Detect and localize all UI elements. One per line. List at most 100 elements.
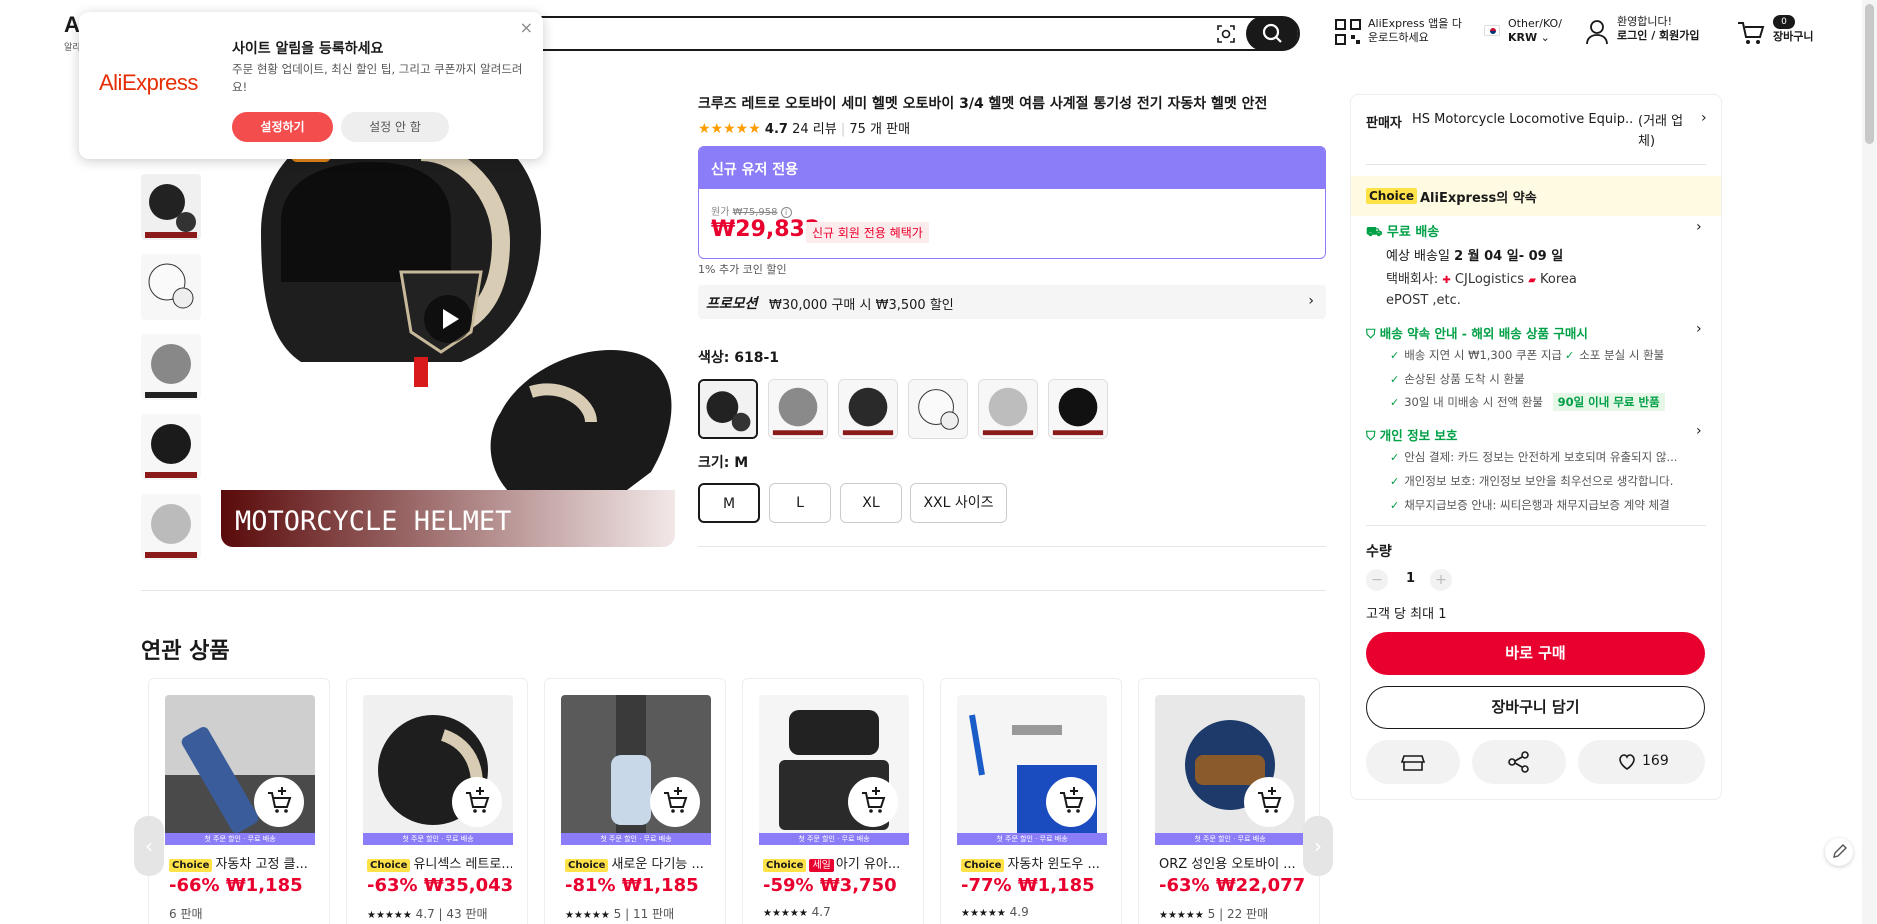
scrollbar-thumb[interactable] [1865,4,1874,144]
chevron-right-icon: › [1701,110,1707,126]
size-option-l[interactable]: L [769,483,831,523]
color-option-1[interactable] [698,379,758,439]
product-name-text: 유니섹스 레트로... [413,857,512,872]
product-name-text: 자동차 윈도우 ... [1007,857,1100,872]
related-product-card[interactable]: 첫 주문 할인 · 무료 배송 ORZ 성인용 오토바이 ... -63% ₩2… [1138,678,1320,924]
promise-banner: Choice AliExpress의 약속 [1351,176,1721,216]
promo-strip: 첫 주문 할인 · 무료 배송 [1155,833,1305,845]
price-box: 신규 유저 전용 원가 ₩75,958 i ₩29,832 신규 회원 전용 혜… [698,146,1326,259]
add-cart-icon [268,787,292,813]
choice-badge: Choice [763,859,807,872]
quantity-increase-button[interactable]: + [1430,569,1452,591]
deny-notification-button[interactable]: 설정 안 함 [341,112,449,142]
share-button[interactable] [1472,740,1566,784]
quantity-label: 수량 [1366,544,1392,560]
image-search-icon[interactable] [1216,24,1236,44]
color-option-2[interactable] [768,379,828,439]
chevron-right-icon: › [1696,423,1702,439]
related-product-card[interactable]: 첫 주문 할인 · 무료 배송 Choice 자동차 윈도우 ... -77% ₩… [940,678,1122,924]
product-meta: ★★★★★ 4.7 | 43 판매 [367,905,488,922]
carousel-next-button[interactable]: › [1303,816,1333,876]
divider [1366,164,1706,165]
coin-discount: 1% 추가 코인 할인 [698,263,787,276]
play-video-button[interactable] [424,295,472,343]
thumbnail-5[interactable] [141,494,201,560]
check-icon: ✓ [1565,349,1575,362]
truck-icon: ⛟ [1366,225,1383,240]
thumbnail-2[interactable] [141,254,201,320]
product-title: 크루즈 레트로 오토바이 세미 헬멧 오토바이 3/4 헬멧 여름 사계절 통기… [698,96,1268,112]
size-option-xl[interactable]: XL [840,483,902,523]
promo-strip: 첫 주문 할인 · 무료 배송 [561,833,711,845]
star-icon: ★★★★★ [698,121,761,137]
color-option-6[interactable] [1048,379,1108,439]
add-to-cart-button[interactable] [1046,777,1096,827]
add-to-cart-button[interactable] [254,777,304,827]
aliexpress-logo[interactable]: A [64,12,80,38]
promotion-text: ₩30,000 구매 시 ₩3,500 할인 [769,298,954,313]
free-return-badge: 90일 이내 무료 반품 [1552,393,1665,411]
close-icon[interactable]: × [520,18,533,37]
product-price: -66% ₩1,185 [169,875,303,896]
related-product-card[interactable]: 첫 주문 할인 · 무료 배송 Choice 자동차 고정 클... -66% ₩… [148,678,330,924]
add-to-cart-button[interactable]: 장바구니 담기 [1366,686,1705,729]
scrollbar[interactable] [1862,0,1877,924]
promise-text: AliExpress의 약속 [1420,191,1537,206]
color-option-4[interactable] [908,379,968,439]
shipping-guarantee-label: 배송 약속 안내 - 해외 배송 상품 구매시 [1379,326,1588,341]
add-to-cart-button[interactable] [848,777,898,827]
check-icon: ✓ [1390,396,1400,409]
promotion-row[interactable]: 프로모션 ₩30,000 구매 시 ₩3,500 할인 › [698,285,1326,319]
quantity-limit: 고객 당 최대 1 [1366,607,1447,622]
seller-name[interactable]: HS Motorcycle Locomotive Equip... [1412,112,1632,127]
add-to-cart-button[interactable] [452,777,502,827]
thumbnail-3[interactable] [141,334,201,400]
related-product-card[interactable]: 첫 주문 할인 · 무료 배송 Choice 새로운 다기능 ... -81% ₩… [544,678,726,924]
rating-stars-icon: ★★★★★ [367,910,412,921]
privacy-row[interactable]: ⛉ 개인 정보 보호 [1366,425,1457,444]
carrier-info: 택배회사: ✚ CJLogistics ▰ Korea ePOST ,etc. [1386,270,1706,311]
login-link[interactable]: 로그인 / 회원가입 [1617,29,1700,42]
product-name-text: ORZ 성인용 오토바이 ... [1159,857,1296,872]
size-option-m[interactable]: M [698,483,760,523]
review-count[interactable]: 24 리뷰 [792,122,837,137]
color-option-3[interactable] [838,379,898,439]
product-price: -63% ₩22,077 [1159,875,1306,896]
store-button[interactable] [1366,740,1460,784]
search-button[interactable] [1246,16,1298,51]
product-price: -63% ₩35,043 [367,875,514,896]
banner-text: MOTORCYCLE HELMET [235,506,511,537]
free-shipping-row[interactable]: ⛟ 무료 배송 [1366,221,1439,242]
search-bar [500,16,1300,51]
shipping-guarantee-row[interactable]: ⛉ 배송 약속 안내 - 해외 배송 상품 구매시 [1366,323,1588,342]
chevron-right-icon: › [1308,293,1314,309]
add-to-cart-button[interactable] [1244,777,1294,827]
quantity-value[interactable]: 1 [1406,571,1415,586]
thumbnail-4[interactable] [141,414,201,480]
thumbnail-1[interactable] [141,174,201,240]
carousel-prev-button[interactable]: ‹ [134,816,164,876]
size-option-xxl[interactable]: XXL 사이즈 [910,483,1007,523]
related-product-card[interactable]: 첫 주문 할인 · 무료 배송 Choice 유니섹스 레트로... -63% ₩… [346,678,528,924]
region-text: Other/KO/ [1508,17,1562,30]
related-product-card[interactable]: 첫 주문 할인 · 무료 배송 Choice 세일 아기 유아... -59% ₩3… [742,678,924,924]
allow-notification-button[interactable]: 설정하기 [232,112,333,142]
popup-description: 주문 현황 업데이트, 최신 할인 팁, 그리고 쿠폰까지 알려드려요! [232,62,523,94]
color-option-5[interactable] [978,379,1038,439]
privacy-item: ✓ 개인정보 보호: 개인정보 보안을 최우선으로 생각합니다. [1390,473,1673,489]
guarantee-text: 배송 지연 시 ₩1,300 쿠폰 지급 [1404,348,1563,362]
product-name: Choice 세일 아기 유아... [763,853,908,872]
privacy-label: 개인 정보 보호 [1379,428,1458,443]
app-download-line1: AliExpress 앱을 다 [1368,17,1462,30]
search-input[interactable] [518,22,1178,46]
wishlist-button[interactable]: 169 [1578,740,1705,784]
promo-strip: 첫 주문 할인 · 무료 배송 [957,833,1107,845]
product-meta-text: 4.9 [1009,905,1029,919]
guarantee-item: ✓ 30일 내 미배송 시 전액 환불 90일 이내 무료 반품 [1390,393,1665,411]
add-to-cart-button[interactable] [650,777,700,827]
feedback-button[interactable] [1825,838,1853,866]
quantity-decrease-button[interactable]: − [1366,569,1388,591]
buy-now-button[interactable]: 바로 구매 [1366,632,1705,675]
choice-badge: Choice [1366,188,1417,204]
size-label: 크기: M [698,455,749,471]
